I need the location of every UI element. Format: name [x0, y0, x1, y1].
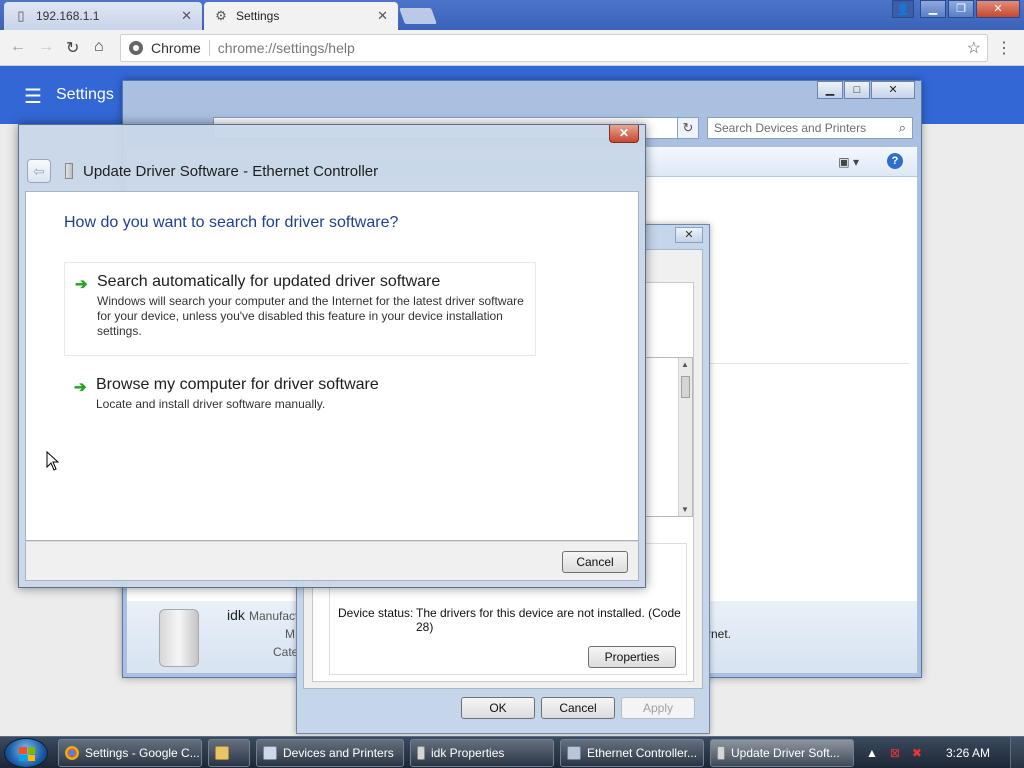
- new-tab-button[interactable]: [399, 8, 437, 24]
- chrome-icon: [65, 746, 79, 760]
- close-window-button[interactable]: ✕: [871, 81, 915, 99]
- show-hidden-icons-icon[interactable]: ▲: [866, 746, 878, 760]
- wizard-body: How do you want to search for driver sof…: [25, 191, 639, 541]
- device-status-label: Device status:: [338, 606, 414, 620]
- device-status-value: The drivers for this device are not inst…: [416, 606, 681, 634]
- taskbar-item-label: Devices and Printers: [283, 746, 394, 760]
- chrome-icon: [129, 41, 143, 55]
- taskbar-item-ethernet-controller[interactable]: Ethernet Controller...: [560, 739, 704, 767]
- folder-icon: [215, 746, 229, 760]
- taskbar-item-devices-printers[interactable]: Devices and Printers: [256, 739, 404, 767]
- tab-settings[interactable]: ⚙ Settings ✕: [204, 2, 398, 30]
- url-text[interactable]: chrome://settings/help: [218, 40, 355, 56]
- device-name: idk: [227, 607, 245, 623]
- gear-icon: ⚙: [215, 8, 227, 23]
- taskbar-item-label: Update Driver Soft...: [731, 746, 840, 760]
- option-description: Locate and install driver software manua…: [96, 397, 326, 411]
- close-icon[interactable]: ✕: [181, 8, 192, 24]
- category-label: Cate: [273, 645, 299, 659]
- home-icon[interactable]: ⌂: [94, 38, 104, 56]
- show-desktop-button[interactable]: [1010, 737, 1024, 768]
- browser-toolbar: ← → ↻ ⌂ Chrome chrome://settings/help ☆ …: [0, 30, 1024, 66]
- taskbar: Settings - Google C... Devices and Print…: [0, 736, 1024, 768]
- ok-button[interactable]: OK: [461, 697, 535, 719]
- help-icon[interactable]: ?: [887, 153, 903, 169]
- reload-icon[interactable]: ↻: [66, 38, 79, 58]
- tab-label: 192.168.1.1: [36, 9, 100, 23]
- clock[interactable]: 3:26 AM: [946, 746, 990, 760]
- device-icon: [65, 163, 73, 179]
- change-view-icon[interactable]: ▣ ▾: [838, 155, 859, 169]
- close-icon[interactable]: ✕: [675, 227, 703, 243]
- cancel-button[interactable]: Cancel: [562, 551, 628, 573]
- refresh-icon[interactable]: ↻: [677, 117, 699, 139]
- taskbar-item-explorer[interactable]: [208, 739, 250, 767]
- profile-icon[interactable]: 👤: [892, 0, 914, 18]
- forward-arrow-icon[interactable]: →: [38, 38, 54, 56]
- search-automatically-option[interactable]: ➔ Search automatically for updated drive…: [64, 262, 536, 356]
- cancel-button[interactable]: Cancel: [541, 697, 615, 719]
- green-arrow-icon: ➔: [75, 276, 88, 293]
- mouse-cursor-icon: [46, 451, 60, 471]
- taskbar-item-update-driver[interactable]: Update Driver Soft...: [710, 739, 854, 767]
- taskbar-item-label: idk Properties: [431, 746, 505, 760]
- apply-button[interactable]: Apply: [621, 697, 695, 719]
- option-title: Search automatically for updated driver …: [97, 273, 441, 290]
- page-icon: ▯: [17, 8, 25, 23]
- network-text: rnet.: [707, 627, 732, 641]
- wizard-question: How do you want to search for driver sof…: [64, 214, 399, 231]
- model-label: M: [285, 627, 295, 641]
- update-driver-wizard: ✕ ⇦ Update Driver Software - Ethernet Co…: [18, 124, 646, 588]
- maximize-button[interactable]: □: [844, 81, 870, 99]
- browser-tab-strip: ▯ 192.168.1.1 ✕ ⚙ Settings ✕ 👤 ▁ ❐ ✕: [0, 0, 1024, 30]
- green-arrow-icon: ➔: [74, 379, 87, 396]
- scrollbar[interactable]: ▲ ▼: [678, 358, 692, 516]
- tab-192-168-1-1[interactable]: ▯ 192.168.1.1 ✕: [4, 2, 202, 30]
- bookmark-star-icon[interactable]: ☆: [967, 38, 981, 58]
- scroll-thumb[interactable]: [681, 376, 690, 398]
- scroll-up-icon[interactable]: ▲: [681, 360, 689, 369]
- search-icon[interactable]: ⌕: [899, 120, 906, 136]
- devices-icon: [263, 746, 277, 760]
- browse-computer-option[interactable]: ➔ Browse my computer for driver software…: [64, 366, 536, 426]
- windows-logo-icon: [19, 747, 35, 761]
- scroll-down-icon[interactable]: ▼: [681, 505, 689, 514]
- restore-button[interactable]: ❐: [948, 0, 974, 18]
- address-bar[interactable]: Chrome chrome://settings/help ☆: [120, 34, 988, 62]
- wizard-title: Update Driver Software - Ethernet Contro…: [83, 163, 379, 180]
- minimize-button[interactable]: ▁: [817, 81, 843, 99]
- option-description: Windows will search your computer and th…: [97, 294, 524, 338]
- minimize-button[interactable]: ▁: [920, 0, 946, 18]
- hamburger-menu-icon[interactable]: ☰: [24, 84, 42, 109]
- option-title: Browse my computer for driver software: [96, 376, 379, 393]
- settings-title: Settings: [56, 86, 114, 103]
- close-icon[interactable]: ✕: [609, 125, 639, 143]
- close-icon[interactable]: ✕: [377, 8, 388, 24]
- menu-icon[interactable]: ⋮: [996, 38, 1012, 58]
- manufacturer-label: Manufact: [249, 609, 299, 623]
- omnibox-chip: Chrome: [151, 40, 210, 56]
- taskbar-item-label: Ethernet Controller...: [587, 746, 698, 760]
- device-image: [159, 609, 199, 667]
- volume-muted-icon[interactable]: ✖: [912, 746, 922, 760]
- window-controls: ▁ □ ✕: [817, 81, 915, 99]
- device-manager-icon: [567, 746, 581, 760]
- wizard-footer: Cancel: [25, 541, 639, 581]
- close-window-button[interactable]: ✕: [976, 0, 1020, 18]
- search-input[interactable]: Search Devices and Printers ⌕: [707, 117, 913, 139]
- start-button[interactable]: [4, 738, 48, 768]
- network-error-icon[interactable]: ⊠: [890, 746, 900, 760]
- taskbar-item-label: Settings - Google C...: [85, 746, 200, 760]
- properties-button[interactable]: Properties: [588, 646, 676, 668]
- window-controls: 👤 ▁ ❐ ✕: [892, 0, 1020, 18]
- taskbar-item-idk-properties[interactable]: idk Properties: [410, 739, 554, 767]
- taskbar-item-chrome[interactable]: Settings - Google C...: [58, 739, 202, 767]
- search-placeholder: Search Devices and Printers: [714, 121, 867, 135]
- back-arrow-icon[interactable]: ←: [10, 38, 26, 56]
- tab-label: Settings: [236, 9, 280, 23]
- driver-icon: [717, 746, 725, 760]
- system-tray: ▲ ⊠ ✖ 3:26 AM: [860, 737, 1024, 768]
- device-icon: [417, 746, 425, 760]
- back-arrow-icon[interactable]: ⇦: [27, 159, 51, 183]
